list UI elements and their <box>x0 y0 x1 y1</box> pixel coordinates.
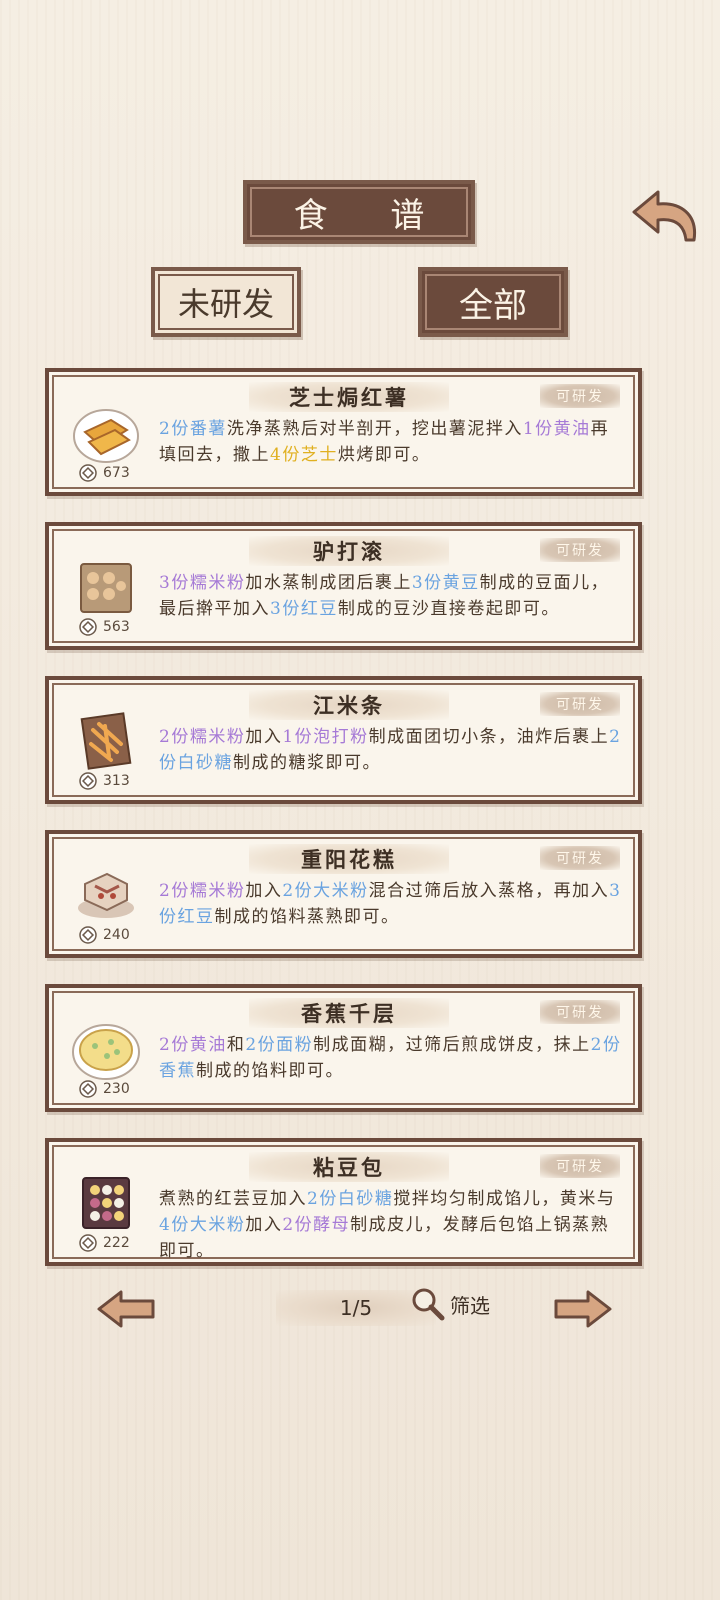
recipe-card[interactable]: 香蕉千层 可研发 230 2份黄油和2份面粉制成面糊，过筛后煎成饼皮，抹上2份香蕉制成… <box>45 984 642 1112</box>
description-text: 和 <box>226 1035 246 1055</box>
recipe-name: 驴打滚 <box>249 536 449 566</box>
recipe-card[interactable]: 粘豆包 可研发 222 煮熟的红芸豆加入2份白砂糖搅拌均匀制成馅儿，黄米与 4份大米粉加… <box>45 1138 642 1266</box>
coin-cost: 313 <box>79 772 130 790</box>
recipe-description: 2份黄油和2份面粉制成面糊，过筛后煎成饼皮，抹上2份香蕉制成的馅料即可。 <box>159 1032 627 1084</box>
back-arrow-icon[interactable] <box>628 178 704 248</box>
coin-value: 673 <box>103 465 130 481</box>
coin-cost: 222 <box>79 1234 130 1252</box>
next-page-arrow-icon[interactable] <box>552 1288 614 1330</box>
chongyang-cake-dish-icon <box>78 872 134 918</box>
jiangmi-sticks-dish-icon <box>80 712 132 770</box>
researchable-badge: 可研发 <box>540 1154 620 1178</box>
description-text: 煮熟的红芸豆加入 <box>159 1189 307 1209</box>
page-title: 食 谱 <box>293 195 451 236</box>
recipe-description: 2份糯米粉加入1份泡打粉制成面团切小条，油炸后裹上2份白砂糖制成的糖浆即可。 <box>159 724 627 776</box>
tab-unresearched-label: 未研发 <box>177 285 274 323</box>
researchable-badge: 可研发 <box>540 384 620 408</box>
ingredient-highlight: 3份黄豆 <box>411 573 480 593</box>
description-text: 烘烤即可。 <box>337 445 431 465</box>
ingredient-highlight: 3份红豆 <box>270 599 338 619</box>
magnifier-icon <box>412 1288 445 1321</box>
description-text: 制成的馅料即可。 <box>196 1061 344 1081</box>
ingredient-highlight: 2份白砂糖 <box>307 1189 394 1209</box>
recipe-description: 2份糯米粉加入2份大米粉混合过筛后放入蒸格，再加入3份红豆制成的馅料蒸熟即可。 <box>159 878 627 930</box>
filter-button[interactable]: 筛选 <box>410 1286 490 1322</box>
coin-value: 230 <box>103 1081 130 1097</box>
recipe-card[interactable]: 芝士焗红薯 可研发 673 2份番薯洗净蒸熟后对半剖开，挖出薯泥拌入1份黄油再填回去，… <box>45 368 642 496</box>
ingredient-highlight: 4份大米粉 <box>159 1215 246 1235</box>
coin-value: 313 <box>103 773 130 789</box>
description-text: 制成的豆沙直接卷起即可。 <box>337 599 560 619</box>
pagination-bar: 1/5 筛选 <box>0 1280 720 1340</box>
coin-icon <box>79 772 97 790</box>
recipe-name: 江米条 <box>249 690 449 720</box>
recipe-description: 煮熟的红芸豆加入2份白砂糖搅拌均匀制成馅儿，黄米与4份大米粉加入2份酵母制成皮儿… <box>159 1186 627 1264</box>
description-text: 加入 <box>245 881 283 901</box>
coin-cost: 240 <box>79 926 130 944</box>
description-text: 制成面团切小条，油炸后裹上 <box>368 727 610 747</box>
coin-cost: 563 <box>79 618 130 636</box>
coin-icon <box>79 1080 97 1098</box>
coin-icon <box>79 926 97 944</box>
ingredient-highlight: 4份芝士 <box>270 445 338 465</box>
recipe-card[interactable]: 江米条 可研发 313 2份糯米粉加入1份泡打粉制成面团切小条，油炸后裹上2份白砂糖制… <box>45 676 642 804</box>
description-text: 制成面糊，过筛后煎成饼皮，抹上 <box>313 1035 591 1055</box>
ingredient-highlight: 1份黄油 <box>522 419 591 439</box>
coin-value: 222 <box>103 1235 130 1251</box>
coin-cost: 673 <box>79 464 130 482</box>
description-text: 加入 <box>245 1215 283 1235</box>
researchable-badge: 可研发 <box>540 692 620 716</box>
donkey-roll-dish-icon <box>80 563 132 613</box>
banana-crepe-dish-icon <box>72 1024 140 1080</box>
tab-all[interactable]: 全部 <box>418 267 568 337</box>
description-text: 搅拌均匀制成馅儿，黄米与 <box>393 1189 616 1209</box>
recipe-name: 粘豆包 <box>249 1152 449 1182</box>
recipe-name: 重阳花糕 <box>249 844 449 874</box>
description-text: 制成的糖浆即可。 <box>233 753 381 773</box>
researchable-badge: 可研发 <box>540 538 620 562</box>
ingredient-highlight: 2份番薯 <box>159 419 227 439</box>
coin-icon <box>79 618 97 636</box>
ingredient-highlight: 2份面粉 <box>245 1035 314 1055</box>
prev-page-arrow-icon[interactable] <box>95 1288 157 1330</box>
recipe-name: 芝士焗红薯 <box>249 382 449 412</box>
coin-icon <box>79 464 97 482</box>
coin-value: 563 <box>103 619 130 635</box>
researchable-badge: 可研发 <box>540 1000 620 1024</box>
recipe-card[interactable]: 重阳花糕 可研发 240 2份糯米粉加入2份大米粉混合过筛后放入蒸格，再加入3份红豆制… <box>45 830 642 958</box>
coin-value: 240 <box>103 927 130 943</box>
recipe-title-banner: 食 谱 <box>243 180 475 244</box>
description-text: 混合过筛后放入蒸格，再加入 <box>368 881 610 901</box>
ingredient-highlight: 2份酵母 <box>282 1215 351 1235</box>
ingredient-highlight: 2份糯米粉 <box>159 881 246 901</box>
recipe-card[interactable]: 驴打滚 可研发 563 3份糯米粉加水蒸制成团后裹上3份黄豆制成的豆面儿，最后擀平加入… <box>45 522 642 650</box>
ingredient-highlight: 1份泡打粉 <box>282 727 369 747</box>
recipe-name: 香蕉千层 <box>249 998 449 1028</box>
coin-icon <box>79 1234 97 1252</box>
tab-all-label: 全部 <box>459 285 527 326</box>
ingredient-highlight: 2份黄油 <box>159 1035 227 1055</box>
bean-bun-dish-icon <box>82 1177 130 1229</box>
description-text: 制成的馅料蒸熟即可。 <box>214 907 400 927</box>
description-text: 加入 <box>245 727 283 747</box>
ingredient-highlight: 2份糯米粉 <box>159 727 246 747</box>
researchable-badge: 可研发 <box>540 846 620 870</box>
description-text: 加水蒸制成团后裹上 <box>245 573 412 593</box>
ingredient-highlight: 2份大米粉 <box>282 881 369 901</box>
recipe-description: 3份糯米粉加水蒸制成团后裹上3份黄豆制成的豆面儿，最后擀平加入3份红豆制成的豆沙… <box>159 570 627 622</box>
coin-cost: 230 <box>79 1080 130 1098</box>
tab-unresearched[interactable]: 未研发 <box>151 267 301 337</box>
filter-label: 筛选 <box>450 1293 490 1318</box>
ingredient-highlight: 3份糯米粉 <box>159 573 246 593</box>
sweet-potato-dish-icon <box>73 409 139 463</box>
recipe-description: 2份番薯洗净蒸熟后对半剖开，挖出薯泥拌入1份黄油再填回去，撒上4份芝士烘烤即可。 <box>159 416 627 468</box>
description-text: 洗净蒸熟后对半剖开，挖出薯泥拌入 <box>226 419 523 439</box>
